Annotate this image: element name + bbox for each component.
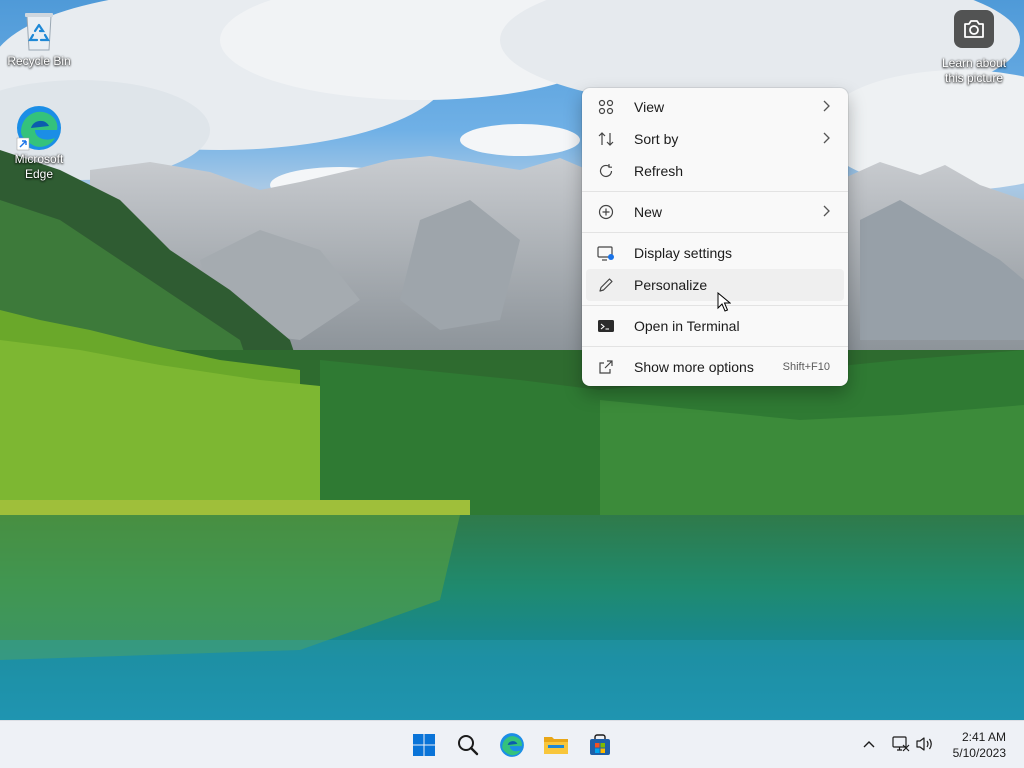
network-button[interactable] [891,734,911,754]
menu-item-new[interactable]: New [586,196,844,228]
network-icon [892,736,910,752]
folder-icon [544,737,568,754]
menu-separator [582,346,848,347]
menu-item-label: Sort by [634,131,679,147]
sort-icon [596,129,616,149]
menu-item-view[interactable]: View [586,91,844,123]
terminal-icon [596,316,616,336]
clock-date: 5/10/2023 [952,746,1006,760]
chevron-up-icon [863,741,875,748]
recycle-bin-desktop-icon[interactable]: Recycle Bin [0,10,78,69]
store-icon [590,734,610,755]
menu-item-show-more-options[interactable]: Show more options Shift+F10 [586,351,844,383]
refresh-icon [596,161,616,181]
search-icon [458,735,479,756]
menu-separator [582,191,848,192]
menu-separator [582,305,848,306]
learn-about-picture-icon[interactable]: Learn about this picture [924,10,1024,86]
share-icon [596,357,616,377]
desktop[interactable]: Recycle Bin Microsoft Edge Learn about t… [0,0,1024,720]
menu-item-label: Show more options [634,359,754,375]
taskbar: 2:41 AM 5/10/2023 [0,720,1024,768]
show-hidden-icons-button[interactable] [859,734,879,754]
learn-about-picture-label: Learn about this picture [941,56,1007,85]
file-explorer-button[interactable] [540,729,572,761]
microsoft-store-button[interactable] [584,729,616,761]
menu-item-sort-by[interactable]: Sort by [586,123,844,155]
desktop-context-menu: View Sort by Refresh New Display setting… [582,88,848,386]
menu-item-label: Display settings [634,245,733,261]
clock-time: 2:41 AM [961,730,1006,744]
edge-icon [500,733,524,757]
menu-item-label: Refresh [634,163,684,179]
menu-item-label: New [634,204,663,220]
shortcut-hint: Shift+F10 [782,361,830,373]
menu-item-display-settings[interactable]: Display settings [586,237,844,269]
taskbar-edge-button[interactable] [496,729,528,761]
start-button[interactable] [408,729,440,761]
volume-button[interactable] [915,734,935,754]
pen-icon [596,275,616,295]
recycle-bin-icon [25,13,53,51]
mouse-cursor-icon [717,292,731,312]
edge-icon [16,106,61,151]
chevron-right-icon [823,205,830,217]
grid-icon [596,97,616,117]
menu-item-personalize[interactable]: Personalize [586,269,844,301]
search-button[interactable] [452,729,484,761]
menu-item-label: Personalize [634,277,708,293]
display-settings-icon [596,243,616,263]
volume-icon [916,737,932,751]
menu-item-open-in-terminal[interactable]: Open in Terminal [586,310,844,342]
camera-icon [954,10,994,48]
windows-logo-icon [413,734,435,756]
wallpaper [0,0,1024,720]
plus-circle-icon [596,202,616,222]
chevron-right-icon [823,100,830,112]
chevron-right-icon [823,132,830,144]
edge-desktop-icon[interactable]: Microsoft Edge [0,104,78,182]
clock[interactable]: 2:41 AM 5/10/2023 [953,729,1006,761]
edge-label: Microsoft Edge [14,152,64,181]
menu-separator [582,232,848,233]
recycle-bin-label: Recycle Bin [7,54,71,68]
menu-item-label: Open in Terminal [634,318,740,334]
menu-item-refresh[interactable]: Refresh [586,155,844,187]
menu-item-label: View [634,99,665,115]
